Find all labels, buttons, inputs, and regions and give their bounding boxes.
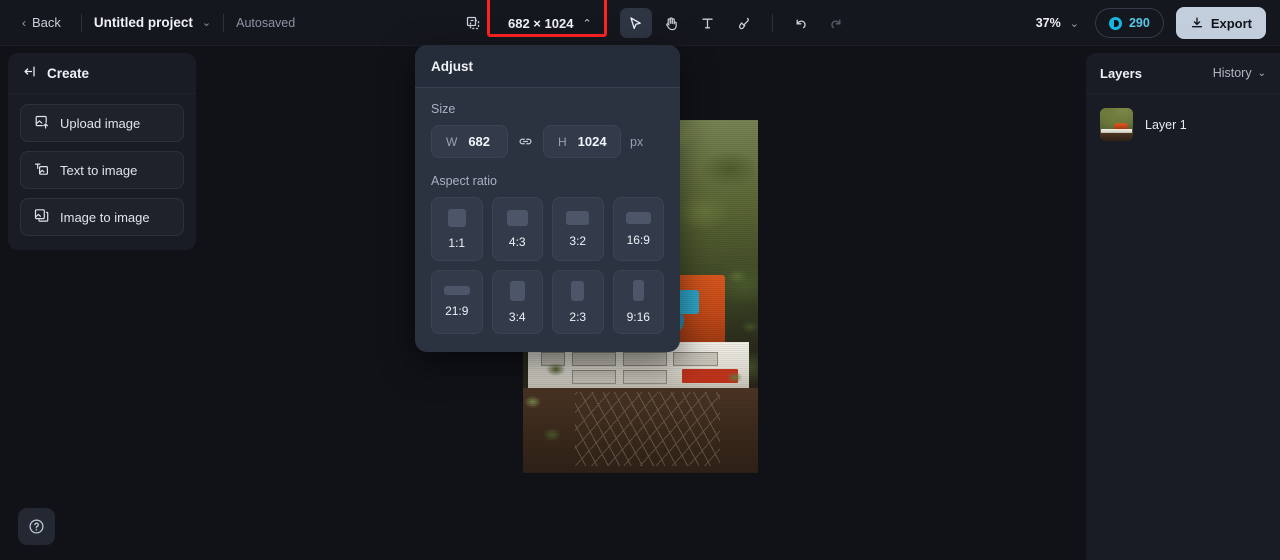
aspect-ratio-label: 9:16	[626, 310, 650, 324]
sidebar-item-label: Upload image	[60, 115, 141, 131]
zoom-level: 37%	[1035, 16, 1061, 30]
credits-count: 290	[1128, 16, 1150, 30]
layer-item[interactable]: Layer 1	[1098, 104, 1268, 145]
help-button[interactable]	[18, 508, 55, 545]
canvas-size-control: 682 × 1024 ⌃	[487, 0, 607, 39]
canvas-size-value: 682 × 1024	[508, 15, 574, 31]
create-sidebar: Create Upload image Text to image Image …	[8, 53, 196, 250]
chevron-down-icon: ⌄	[1257, 67, 1266, 79]
undo-tool[interactable]	[785, 8, 817, 38]
history-label: History	[1212, 66, 1252, 80]
brush-tool[interactable]	[728, 8, 760, 38]
adjust-popover-title: Adjust	[415, 45, 680, 88]
text-to-image-icon	[34, 161, 49, 179]
zoom-control[interactable]: 37% ⌄	[1032, 12, 1083, 34]
top-toolbar: ‹ Back Untitled project ⌄ Autosaved 682 …	[0, 0, 1280, 46]
aspect-ratio-label: 16:9	[626, 232, 650, 247]
help-circle-icon	[29, 519, 44, 534]
aspect-ratio-option-2-3[interactable]: 2:3	[552, 270, 604, 334]
hand-tool[interactable]	[656, 8, 688, 38]
divider	[771, 14, 773, 32]
autosaved-status: Autosaved	[236, 15, 296, 30]
layers-list: Layer 1	[1086, 94, 1280, 155]
width-key: W	[446, 134, 458, 149]
size-inputs-row: W 682 H 1024 px	[431, 125, 664, 158]
layers-panel: Layers History ⌄ Layer 1	[1086, 53, 1280, 560]
layers-panel-title: Layers	[1100, 65, 1142, 81]
export-button[interactable]: Export	[1175, 7, 1266, 39]
create-sidebar-body: Upload image Text to image Image to imag…	[8, 94, 196, 250]
aspect-ratio-label: 3:2	[569, 233, 587, 248]
divider	[223, 13, 225, 32]
toolbar-center-group: 682 × 1024 ⌃	[458, 0, 853, 46]
chevron-up-icon: ⌃	[582, 17, 592, 30]
toolbar-right-group: 37% ⌄ 290 Export	[1032, 0, 1266, 46]
adjust-popover: Adjust Size W 682 H 1024 px Aspect ratio…	[415, 45, 680, 352]
adjust-popover-body: Size W 682 H 1024 px Aspect ratio 1:1 4:…	[415, 88, 680, 352]
aspect-ratio-grid: 1:1 4:3 3:2 16:9 21:9 3:4 2:3 9:16	[431, 197, 664, 334]
aspect-ratio-option-4-3[interactable]: 4:3	[491, 197, 543, 261]
size-unit: px	[630, 134, 644, 149]
aspect-ratio-option-16-9[interactable]: 16:9	[612, 197, 664, 261]
tool-group	[619, 8, 853, 38]
credit-coin-icon	[1108, 16, 1122, 30]
create-sidebar-header: Create	[8, 53, 196, 94]
download-icon	[1191, 17, 1202, 28]
size-section-label: Size	[431, 102, 456, 116]
height-key: H	[558, 134, 567, 149]
export-label: Export	[1210, 15, 1252, 31]
create-sidebar-title: Create	[47, 65, 90, 81]
aspect-ratio-option-21-9[interactable]: 21:9	[431, 270, 483, 334]
chevron-down-icon[interactable]: ⌄	[202, 16, 211, 29]
canvas-size-button[interactable]: 682 × 1024 ⌃	[496, 7, 604, 39]
aspect-ratio-option-1-1[interactable]: 1:1	[431, 197, 483, 261]
select-tool[interactable]	[619, 8, 652, 38]
chevron-down-icon: ⌄	[1069, 17, 1079, 30]
width-value: 682	[468, 134, 491, 149]
aspect-ratio-label: Aspect ratio	[431, 174, 498, 188]
text-tool[interactable]	[692, 8, 724, 38]
chevron-left-icon: ‹	[22, 15, 26, 30]
back-label: Back	[32, 15, 61, 30]
aspect-ratio-label: 4:3	[508, 234, 526, 249]
credits-badge[interactable]: 290	[1094, 8, 1164, 38]
height-value: 1024	[577, 134, 607, 149]
divider	[80, 13, 82, 32]
sidebar-item-image-to-image[interactable]: Image to image	[20, 198, 184, 236]
collapse-panel-icon[interactable]	[22, 64, 37, 82]
sidebar-item-upload-image[interactable]: Upload image	[20, 104, 184, 142]
history-tab[interactable]: History ⌄	[1213, 66, 1266, 80]
sidebar-item-label: Text to image	[60, 162, 138, 178]
toolbar-left-group: ‹ Back Untitled project ⌄ Autosaved	[0, 10, 295, 35]
aspect-ratio-option-9-16[interactable]: 9:16	[612, 270, 664, 334]
height-input[interactable]: H 1024	[543, 125, 621, 158]
redo-tool[interactable]	[821, 8, 853, 38]
aspect-ratio-label: 2:3	[569, 309, 587, 324]
aspect-ratio-label: 1:1	[448, 235, 466, 250]
image-to-image-icon	[34, 208, 49, 226]
layer-name: Layer 1	[1145, 117, 1187, 132]
link-icon[interactable]	[517, 133, 534, 150]
sidebar-item-label: Image to image	[60, 209, 150, 225]
aspect-ratio-option-3-4[interactable]: 3:4	[491, 270, 543, 334]
width-input[interactable]: W 682	[431, 125, 508, 158]
sidebar-item-text-to-image[interactable]: Text to image	[20, 151, 184, 189]
back-button[interactable]: ‹ Back	[14, 10, 69, 35]
layer-thumbnail	[1100, 108, 1133, 141]
aspect-ratio-option-3-2[interactable]: 3:2	[552, 197, 604, 261]
image-editor-app: ‹ Back Untitled project ⌄ Autosaved 682 …	[0, 0, 1280, 560]
upload-image-icon	[34, 114, 49, 132]
artboard-icon[interactable]	[458, 8, 488, 38]
layers-panel-header: Layers History ⌄	[1086, 53, 1280, 94]
aspect-ratio-label: 3:4	[508, 309, 526, 324]
project-name[interactable]: Untitled project	[94, 15, 193, 30]
aspect-ratio-label: 21:9	[445, 304, 469, 318]
